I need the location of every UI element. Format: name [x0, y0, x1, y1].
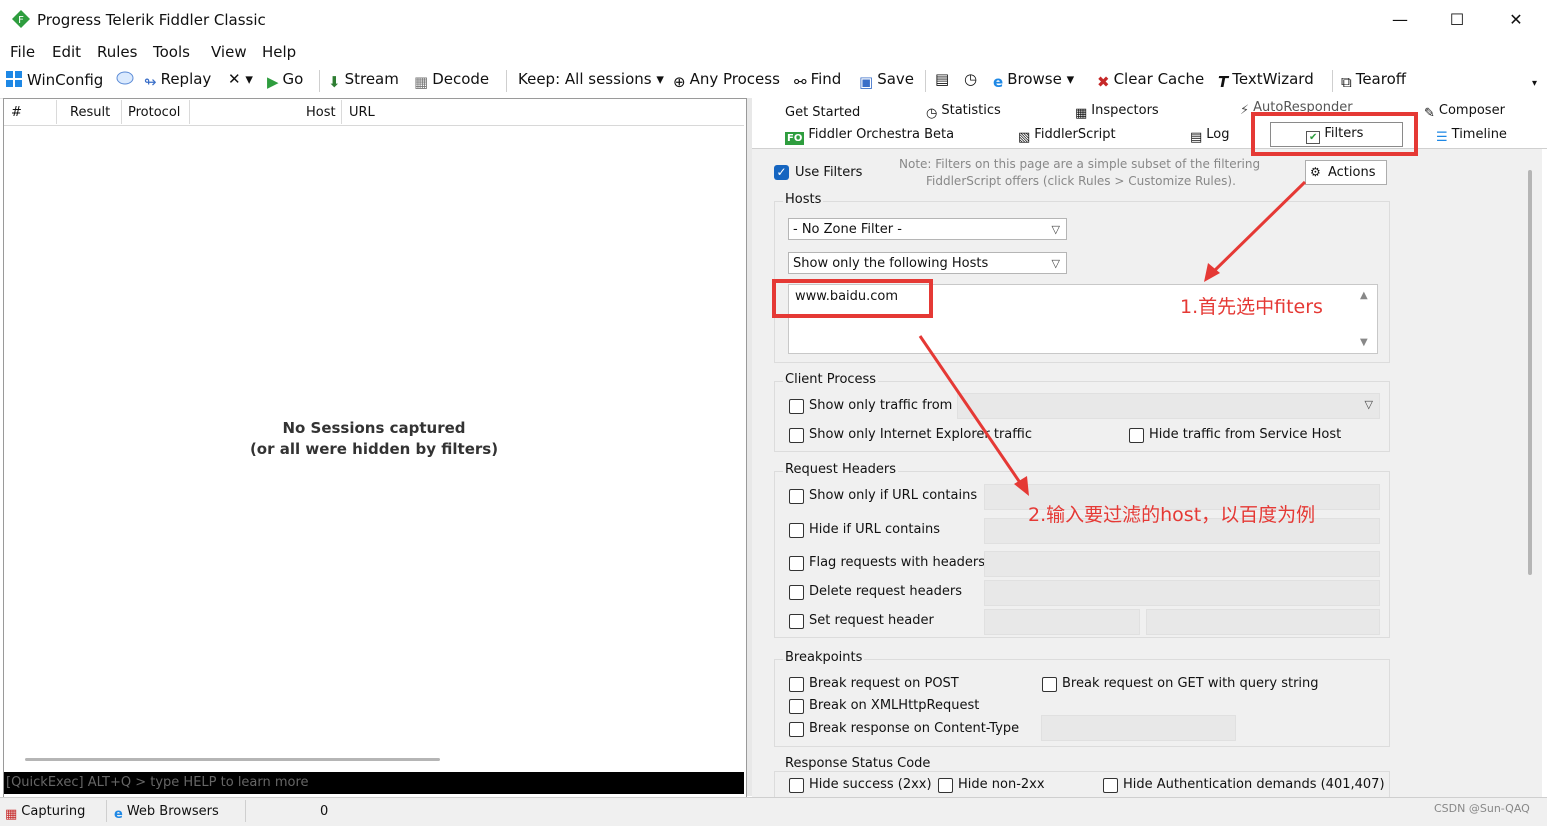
annotation-step2: 2.输入要过滤的host，以百度为例 [1028, 504, 1316, 526]
session-count: 0 [320, 804, 329, 819]
watermark: CSDN @Sun-QAQ [1434, 802, 1530, 815]
annotation-arrows [918, 180, 1307, 496]
arrow-to-step2 [918, 335, 1025, 488]
web-browsers-label: Web Browsers [126, 804, 219, 819]
status-bar [0, 797, 1547, 826]
annotation-step1: 1.首先选中fiters [1180, 296, 1323, 318]
capturing-label: Capturing [21, 804, 86, 819]
ie-icon: e [114, 807, 123, 822]
process-filter-status[interactable]: e Web Browsers [114, 804, 219, 822]
status-divider [245, 800, 246, 822]
capturing-toggle[interactable]: ▦ Capturing [5, 804, 85, 822]
status-divider [106, 800, 107, 822]
arrow-to-step1 [1208, 180, 1307, 277]
capture-icon: ▦ [5, 807, 18, 822]
